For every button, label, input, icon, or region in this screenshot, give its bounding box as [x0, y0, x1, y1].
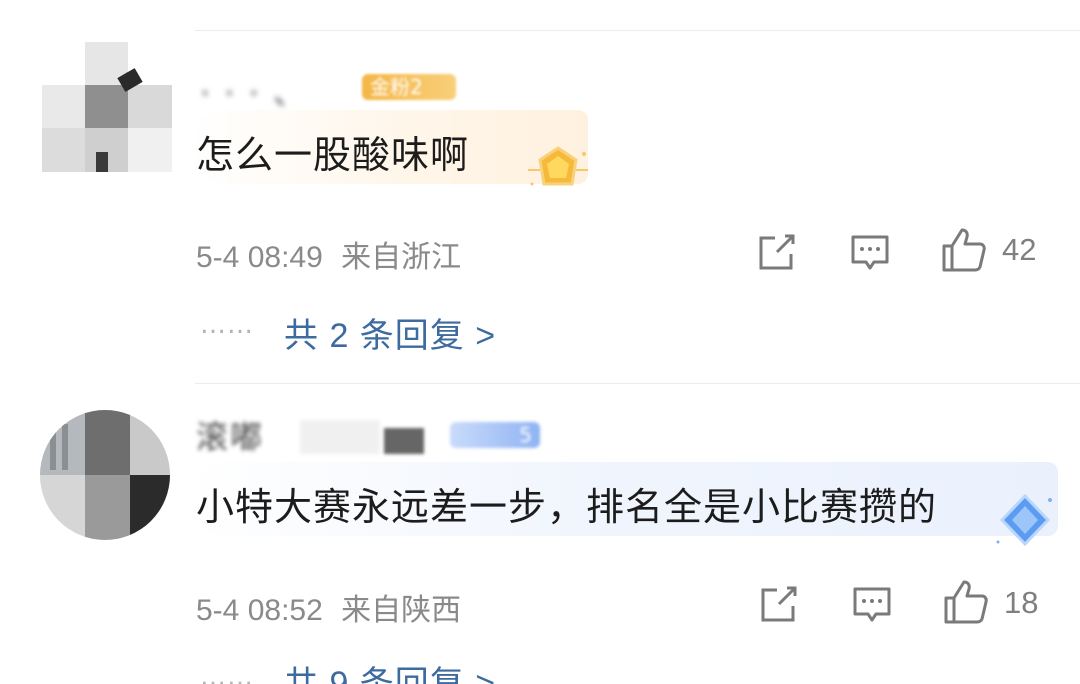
- share-icon[interactable]: [755, 230, 799, 274]
- comment-location: 来自浙江: [341, 241, 462, 274]
- avatar[interactable]: [40, 410, 170, 540]
- username[interactable]: 滚嘟: [196, 412, 264, 458]
- comment-text: 小特大赛永远差一步，排名全是小比赛攒的: [196, 485, 938, 529]
- comment-date: 5-4 08:52: [196, 594, 323, 627]
- view-replies-link[interactable]: 共 9 条回复 >: [284, 656, 496, 684]
- blue-diamond-icon: [996, 493, 1052, 547]
- comment-icon[interactable]: [848, 230, 892, 274]
- fan-badge: 5: [450, 422, 540, 448]
- comment-icon[interactable]: [850, 582, 894, 626]
- thumbs-up-icon[interactable]: [942, 578, 990, 626]
- username[interactable]: · · · 、: [200, 68, 307, 114]
- comment-list: · · · 、 金粉2 怎么一股酸味啊 5-4 08:49 来自浙江 42 ………: [0, 0, 1080, 684]
- view-replies-link[interactable]: 共 2 条回复 >: [284, 308, 496, 357]
- thumbs-up-icon[interactable]: [940, 226, 988, 274]
- ellipsis: ……: [200, 310, 254, 340]
- like-count: 42: [1002, 232, 1037, 267]
- gold-medal-icon: [528, 146, 588, 186]
- ellipsis: ……: [200, 662, 254, 684]
- fan-badge: 金粉2: [362, 74, 456, 100]
- comment-location: 来自陕西: [341, 594, 462, 627]
- username-redaction: [300, 420, 380, 454]
- username-redaction: [384, 428, 424, 454]
- divider: [195, 30, 1080, 31]
- share-icon[interactable]: [757, 582, 801, 626]
- divider: [195, 383, 1080, 384]
- like-count: 18: [1004, 585, 1039, 620]
- comment-text: 怎么一股酸味啊: [196, 133, 470, 177]
- comment-meta: 5-4 08:52 来自陕西: [196, 585, 461, 629]
- comment-meta: 5-4 08:49 来自浙江: [196, 232, 461, 276]
- avatar[interactable]: [42, 42, 172, 172]
- comment-date: 5-4 08:49: [196, 241, 323, 274]
